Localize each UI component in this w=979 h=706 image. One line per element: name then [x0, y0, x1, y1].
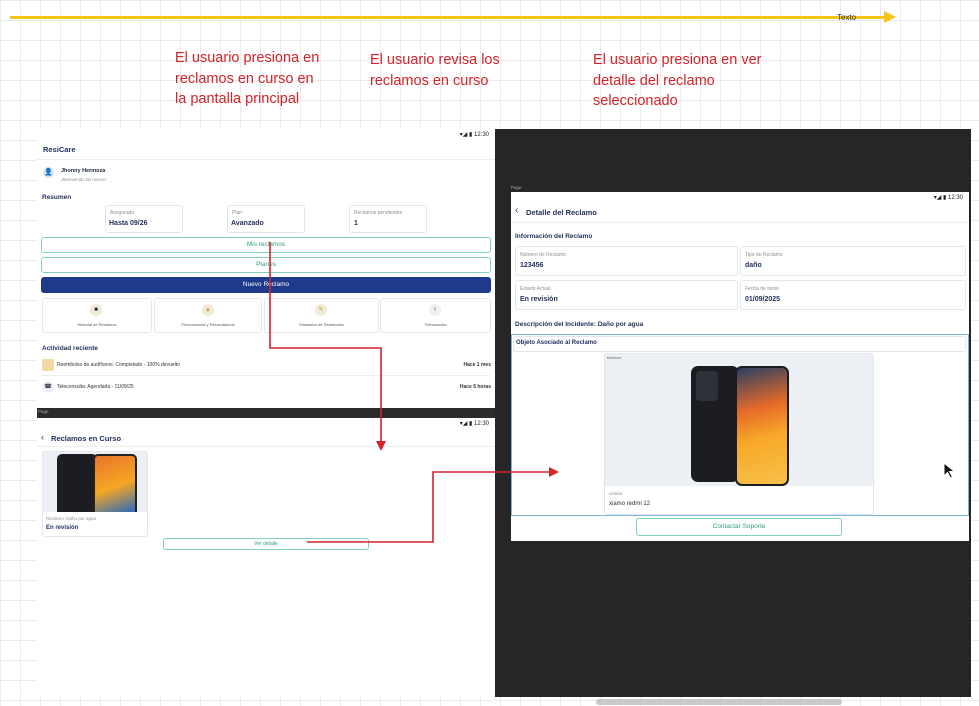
flow-arrow-list-to-detail	[307, 467, 559, 543]
flow-arrows	[269, 242, 559, 543]
flow-arrow-home-to-list	[269, 242, 386, 451]
